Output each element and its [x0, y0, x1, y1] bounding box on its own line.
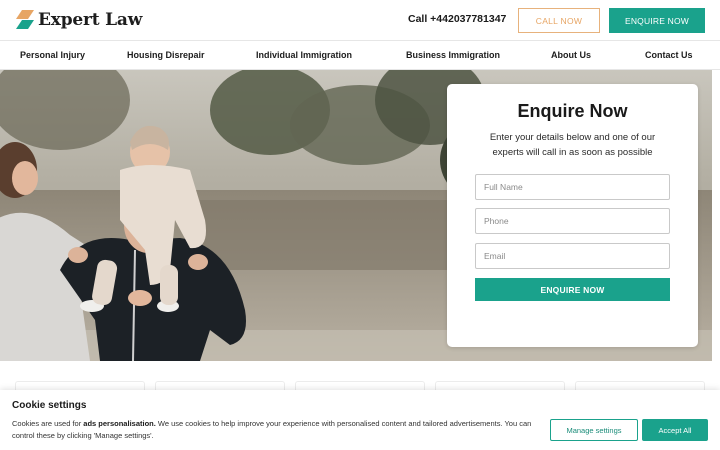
nav-item-individual-immigration[interactable]: Individual Immigration — [256, 50, 352, 60]
site-header: Expert Law Call +442037781347 CALL NOW E… — [0, 0, 720, 41]
enquiry-subtitle: Enter your details below and one of our … — [489, 132, 656, 158]
nav-item-personal-injury[interactable]: Personal Injury — [20, 50, 85, 60]
enquire-now-submit-button[interactable]: ENQUIRE NOW — [475, 278, 670, 301]
call-now-button[interactable]: CALL NOW — [518, 8, 600, 33]
nav-item-contact-us[interactable]: Contact Us — [645, 50, 693, 60]
page: Expert Law Call +442037781347 CALL NOW E… — [0, 0, 720, 450]
cookie-text-bold: ads personalisation. — [83, 419, 156, 428]
cookie-banner: Cookie settings Cookies are used for ads… — [0, 390, 720, 450]
accept-all-button[interactable]: Accept All — [642, 419, 708, 441]
email-input[interactable] — [475, 243, 670, 269]
logo-mark-icon — [16, 10, 34, 29]
logo-text: Expert Law — [38, 10, 143, 30]
cookie-text-prefix: Cookies are used for — [12, 419, 84, 428]
cookie-description: Cookies are used for ads personalisation… — [12, 418, 542, 442]
main-nav: Personal Injury Housing Disrepair Indivi… — [0, 41, 720, 70]
nav-item-business-immigration[interactable]: Business Immigration — [406, 50, 500, 60]
full-name-input[interactable] — [475, 174, 670, 200]
phone-number-link[interactable]: Call +442037781347 — [408, 13, 506, 25]
nav-item-housing-disrepair[interactable]: Housing Disrepair — [127, 50, 205, 60]
cookie-title: Cookie settings — [12, 400, 87, 411]
logo[interactable]: Expert Law — [16, 9, 142, 31]
nav-item-about-us[interactable]: About Us — [551, 50, 591, 60]
enquiry-title: Enquire Now — [517, 101, 628, 121]
enquire-now-header-button[interactable]: ENQUIRE NOW — [609, 8, 705, 33]
enquiry-form-card: Enquire Now Enter your details below and… — [447, 84, 698, 347]
phone-input[interactable] — [475, 208, 670, 234]
manage-settings-button[interactable]: Manage settings — [550, 419, 638, 441]
